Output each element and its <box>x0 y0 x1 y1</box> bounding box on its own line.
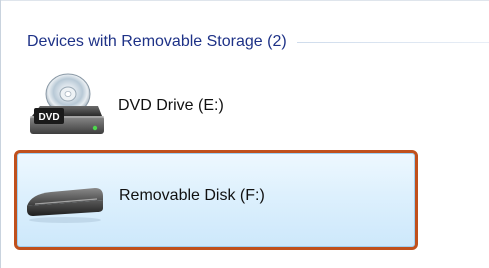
group-header[interactable]: Devices with Removable Storage (2) <box>27 30 489 54</box>
device-label: Removable Disk (F:) <box>119 187 265 204</box>
pane-left-border <box>0 0 1 268</box>
group-divider <box>296 41 489 43</box>
group-title: Devices with Removable Storage (2) <box>27 33 287 50</box>
pane-top-border <box>0 0 489 1</box>
dvd-drive-icon: DVD <box>18 68 110 144</box>
device-label: DVD Drive (E:) <box>118 97 224 114</box>
svg-text:DVD: DVD <box>38 112 59 123</box>
explorer-content-pane: Devices with Removable Storage (2) DVD D… <box>0 0 489 268</box>
device-item-removable-disk[interactable]: Removable Disk (F:) <box>14 150 418 250</box>
removable-disk-icon <box>19 165 111 235</box>
device-item-dvd-drive[interactable]: DVD DVD Drive (E:) <box>14 68 414 144</box>
